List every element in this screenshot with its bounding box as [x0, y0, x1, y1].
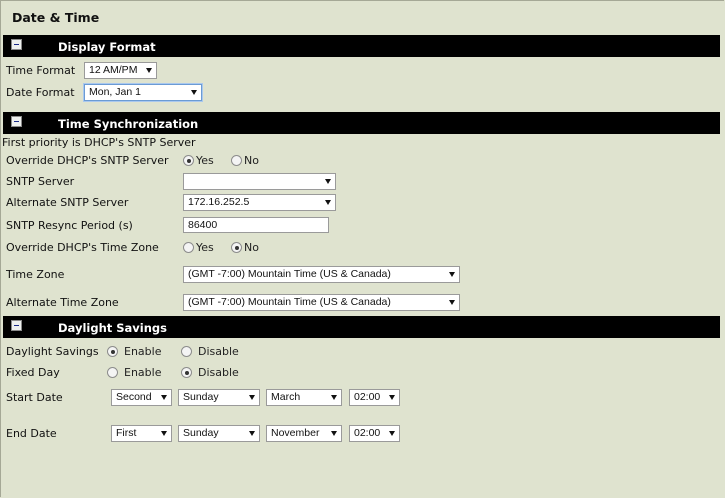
dropdown-arrow-icon: [146, 68, 152, 73]
select-value: Sunday: [183, 427, 219, 439]
override-sntp-label: Override DHCP's SNTP Server: [6, 154, 169, 167]
override-tz-no-radio[interactable]: [231, 242, 242, 253]
end-date-label: End Date: [6, 427, 57, 440]
dropdown-arrow-icon: [331, 431, 337, 436]
start-date-label: Start Date: [6, 391, 63, 404]
resync-period-input[interactable]: 86400: [183, 217, 329, 233]
sntp-priority-note: First priority is DHCP's SNTP Server: [2, 136, 196, 149]
collapse-icon[interactable]: [11, 320, 22, 331]
daylight-savings-header: Daylight Savings: [3, 316, 720, 338]
override-tz-yes-label: Yes: [196, 241, 214, 254]
end-week-select[interactable]: First: [111, 425, 172, 442]
override-sntp-no-radio[interactable]: [231, 155, 242, 166]
end-time-select[interactable]: 02:00: [349, 425, 400, 442]
dropdown-arrow-icon: [331, 395, 337, 400]
override-sntp-yes-radio[interactable]: [183, 155, 194, 166]
dropdown-arrow-icon: [389, 395, 395, 400]
section-title: Daylight Savings: [58, 321, 167, 335]
collapse-icon[interactable]: [11, 39, 22, 50]
resync-period-label: SNTP Resync Period (s): [6, 219, 133, 232]
alt-sntp-select[interactable]: 172.16.252.5: [183, 194, 336, 211]
select-value: 02:00: [354, 391, 381, 403]
display-format-header: Display Format: [3, 35, 720, 57]
select-value: First: [116, 427, 137, 439]
override-tz-yes-radio[interactable]: [183, 242, 194, 253]
daylight-enable-radio[interactable]: [107, 346, 118, 357]
sntp-server-select[interactable]: [183, 173, 336, 190]
section-title: Display Format: [58, 40, 156, 54]
time-sync-header: Time Synchronization: [3, 112, 720, 134]
time-format-select[interactable]: 12 AM/PM: [84, 62, 157, 79]
alt-sntp-label: Alternate SNTP Server: [6, 196, 129, 209]
start-month-select[interactable]: March: [266, 389, 342, 406]
select-value: (GMT -7:00) Mountain Time (US & Canada): [188, 296, 391, 308]
alt-time-zone-label: Alternate Time Zone: [6, 296, 119, 309]
fixed-day-label: Fixed Day: [6, 366, 60, 379]
select-value: (GMT -7:00) Mountain Time (US & Canada): [188, 268, 391, 280]
fixed-day-enable-label: Enable: [124, 366, 162, 379]
dropdown-arrow-icon: [191, 90, 197, 95]
daylight-disable-radio[interactable]: [181, 346, 192, 357]
select-value: November: [271, 427, 320, 439]
daylight-savings-label: Daylight Savings: [6, 345, 99, 358]
fixed-day-enable-radio[interactable]: [107, 367, 118, 378]
time-zone-label: Time Zone: [6, 268, 65, 281]
override-sntp-yes-label: Yes: [196, 154, 214, 167]
dropdown-arrow-icon: [161, 395, 167, 400]
select-value: 12 AM/PM: [89, 64, 138, 76]
select-value: March: [271, 391, 301, 403]
fixed-day-disable-label: Disable: [198, 366, 239, 379]
alt-time-zone-select[interactable]: (GMT -7:00) Mountain Time (US & Canada): [183, 294, 460, 311]
select-value: Second: [116, 391, 152, 403]
start-week-select[interactable]: Second: [111, 389, 172, 406]
time-format-label: Time Format: [6, 64, 76, 77]
fixed-day-disable-radio[interactable]: [181, 367, 192, 378]
end-month-select[interactable]: November: [266, 425, 342, 442]
dropdown-arrow-icon: [249, 431, 255, 436]
date-format-label: Date Format: [6, 86, 75, 99]
sntp-server-label: SNTP Server: [6, 175, 75, 188]
select-value: Mon, Jan 1: [89, 86, 141, 98]
daylight-enable-label: Enable: [124, 345, 162, 358]
dropdown-arrow-icon: [325, 179, 331, 184]
dropdown-arrow-icon: [161, 431, 167, 436]
dropdown-arrow-icon: [449, 300, 455, 305]
dropdown-arrow-icon: [325, 200, 331, 205]
override-sntp-no-label: No: [244, 154, 259, 167]
date-format-select[interactable]: Mon, Jan 1: [84, 84, 202, 101]
collapse-icon[interactable]: [11, 116, 22, 127]
page-title: Date & Time: [12, 10, 100, 25]
start-time-select[interactable]: 02:00: [349, 389, 400, 406]
dropdown-arrow-icon: [449, 272, 455, 277]
dropdown-arrow-icon: [249, 395, 255, 400]
dropdown-arrow-icon: [389, 431, 395, 436]
time-zone-select[interactable]: (GMT -7:00) Mountain Time (US & Canada): [183, 266, 460, 283]
end-day-select[interactable]: Sunday: [178, 425, 260, 442]
select-value: Sunday: [183, 391, 219, 403]
override-tz-no-label: No: [244, 241, 259, 254]
daylight-disable-label: Disable: [198, 345, 239, 358]
select-value: 02:00: [354, 427, 381, 439]
override-tz-label: Override DHCP's Time Zone: [6, 241, 159, 254]
select-value: 172.16.252.5: [188, 196, 250, 208]
start-day-select[interactable]: Sunday: [178, 389, 260, 406]
section-title: Time Synchronization: [58, 117, 199, 131]
